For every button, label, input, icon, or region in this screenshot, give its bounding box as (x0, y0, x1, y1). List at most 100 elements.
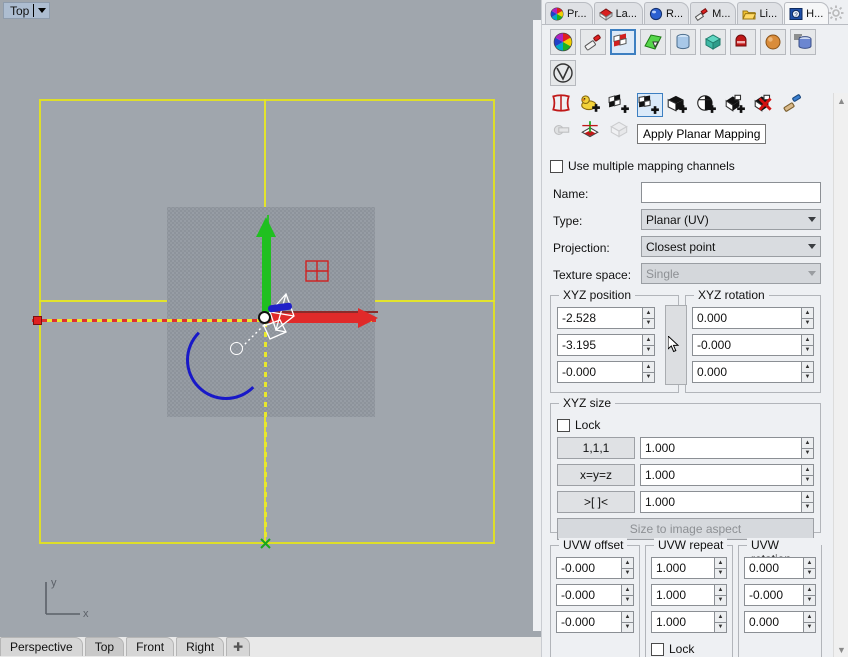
spinner-down-icon[interactable]: ▼ (801, 447, 814, 459)
size-preset-fit-button[interactable]: >[ ]< (557, 491, 635, 513)
spinner-up-icon[interactable]: ▲ (801, 437, 814, 448)
viewport-tab-top[interactable]: Top (84, 637, 125, 656)
spinner-up-icon[interactable]: ▲ (801, 334, 814, 345)
panel-scrollbar[interactable]: ▲ ▼ (833, 93, 848, 657)
color-wheel-icon[interactable] (550, 29, 576, 55)
xyz-size-z-spinner[interactable]: 1.000 ▲ ▼ (640, 491, 814, 513)
xyz-position-x-value[interactable]: -2.528 (557, 307, 642, 329)
type-dropdown[interactable]: Planar (UV) (641, 209, 821, 230)
spinner-up-icon[interactable]: ▲ (803, 584, 816, 595)
uvw-offset-v-spinner[interactable]: -0.000 ▲ ▼ (556, 584, 634, 606)
xyz-position-z-spinner[interactable]: -0.000 ▲ ▼ (557, 361, 655, 383)
xyz-size-y-spinner[interactable]: 1.000 ▲ ▼ (640, 464, 814, 486)
chevron-down-icon[interactable] (38, 8, 47, 13)
spinner-up-icon[interactable]: ▲ (642, 334, 655, 345)
xyz-position-z-value[interactable]: -0.000 (557, 361, 642, 383)
uv-editor-icon[interactable] (579, 120, 605, 144)
surface-mapping-icon[interactable] (550, 93, 576, 117)
spinner-up-icon[interactable]: ▲ (621, 611, 634, 622)
panel-tab-pr[interactable]: Pr... (545, 2, 593, 24)
spinner-down-icon[interactable]: ▼ (642, 344, 655, 356)
uvw-repeat-v-spinner[interactable]: 1.000 ▲ ▼ (651, 584, 727, 606)
uvw-offset-v-value[interactable]: -0.000 (556, 584, 621, 606)
size-lock-checkbox[interactable] (557, 418, 570, 432)
brush-icon[interactable] (580, 29, 606, 55)
uvw-rotation-v-value[interactable]: -0.000 (744, 584, 803, 606)
gizmo-y-arrowhead[interactable] (256, 217, 276, 237)
chevron-down-icon[interactable]: ▼ (834, 642, 848, 657)
xyz-position-y-value[interactable]: -3.195 (557, 334, 642, 356)
uvw-offset-w-value[interactable]: -0.000 (556, 611, 621, 633)
chevron-up-icon[interactable]: ▲ (834, 93, 848, 108)
cylinder-map-icon[interactable] (550, 120, 576, 144)
reference-point-marker[interactable] (33, 316, 42, 325)
uvw-repeat-w-spinner[interactable]: 1.000 ▲ ▼ (651, 611, 727, 633)
gizmo-x-arrowhead[interactable] (358, 308, 378, 328)
xyz-rotation-y-value[interactable]: -0.000 (692, 334, 801, 356)
uvw-rotation-u-value[interactable]: 0.000 (744, 557, 803, 579)
checker-cluster-add-icon[interactable] (724, 93, 750, 117)
spinner-up-icon[interactable]: ▲ (801, 361, 814, 372)
size-preset-111-button[interactable]: 1,1,1 (557, 437, 635, 459)
paintbrush-icon[interactable] (782, 93, 808, 117)
panel-tab-m[interactable]: M... (690, 2, 737, 24)
spinner-down-icon[interactable]: ▼ (621, 594, 634, 606)
uvw-repeat-lock-checkbox[interactable] (651, 642, 664, 656)
xyz-size-z-value[interactable]: 1.000 (640, 491, 801, 513)
spinner-up-icon[interactable]: ▲ (714, 557, 727, 568)
viewport-tab-perspective[interactable]: Perspective (0, 637, 83, 656)
panel-tab-h[interactable]: ? H... (784, 2, 830, 24)
teal-box-icon[interactable] (700, 29, 726, 55)
unwrap-icon[interactable] (608, 120, 634, 144)
gizmo-origin-point[interactable] (258, 311, 271, 324)
uvw-repeat-w-value[interactable]: 1.000 (651, 611, 714, 633)
green-plane-icon[interactable] (640, 29, 666, 55)
checker-sphere-add-icon[interactable] (695, 93, 721, 117)
size-preset-xyz-button[interactable]: x=y=z (557, 464, 635, 486)
viewport-tab-front[interactable]: Front (126, 637, 175, 656)
uvw-offset-u-value[interactable]: -0.000 (556, 557, 621, 579)
size-lock-row[interactable]: Lock (557, 414, 600, 436)
xyz-size-x-value[interactable]: 1.000 (640, 437, 801, 459)
spinner-down-icon[interactable]: ▼ (621, 621, 634, 633)
checker-box-add-icon[interactable] (666, 93, 692, 117)
spinner-up-icon[interactable]: ▲ (714, 611, 727, 622)
use-multiple-channels-checkbox[interactable] (550, 159, 563, 173)
uvw-rotation-w-spinner[interactable]: 0.000 ▲ ▼ (744, 611, 816, 633)
uvw-offset-u-spinner[interactable]: -0.000 ▲ ▼ (556, 557, 634, 579)
uvw-offset-w-spinner[interactable]: -0.000 ▲ ▼ (556, 611, 634, 633)
spinner-up-icon[interactable]: ▲ (621, 557, 634, 568)
duck-add-icon[interactable] (579, 93, 605, 117)
xyz-size-x-spinner[interactable]: 1.000 ▲ ▼ (640, 437, 814, 459)
red-mailbox-icon[interactable] (730, 29, 756, 55)
xyz-position-x-spinner[interactable]: -2.528 ▲ ▼ (557, 307, 655, 329)
xyz-rotation-z-spinner[interactable]: 0.000 ▲ ▼ (692, 361, 814, 383)
name-input[interactable] (641, 182, 821, 203)
use-multiple-channels-row[interactable]: Use multiple mapping channels (550, 155, 735, 177)
uvw-repeat-u-value[interactable]: 1.000 (651, 557, 714, 579)
projection-dropdown[interactable]: Closest point (641, 236, 821, 257)
add-viewport-tab[interactable]: ✚ (226, 637, 251, 656)
spinner-up-icon[interactable]: ▲ (803, 557, 816, 568)
spinner-up-icon[interactable]: ▲ (642, 307, 655, 318)
viewport-title-button[interactable]: Top (3, 2, 51, 19)
viewport-canvas[interactable]: y x (0, 20, 533, 631)
spinner-down-icon[interactable]: ▼ (801, 501, 814, 513)
target-point-circle[interactable] (230, 342, 243, 355)
uvw-rotation-w-value[interactable]: 0.000 (744, 611, 803, 633)
xyz-rotation-y-spinner[interactable]: -0.000 ▲ ▼ (692, 334, 814, 356)
orange-sphere-icon[interactable] (760, 29, 786, 55)
viewport-tab-right[interactable]: Right (176, 637, 225, 656)
spinner-up-icon[interactable]: ▲ (621, 584, 634, 595)
spinner-down-icon[interactable]: ▼ (801, 371, 814, 383)
checker-plane-icon[interactable] (610, 29, 636, 55)
uvw-repeat-v-value[interactable]: 1.000 (651, 584, 714, 606)
xyz-rotation-x-spinner[interactable]: 0.000 ▲ ▼ (692, 307, 814, 329)
checker-remove-icon[interactable] (753, 93, 779, 117)
spinner-down-icon[interactable]: ▼ (803, 594, 816, 606)
spinner-down-icon[interactable]: ▼ (803, 567, 816, 579)
spinner-up-icon[interactable]: ▲ (803, 611, 816, 622)
spinner-up-icon[interactable]: ▲ (801, 307, 814, 318)
spinner-down-icon[interactable]: ▼ (642, 317, 655, 329)
spinner-down-icon[interactable]: ▼ (801, 474, 814, 486)
